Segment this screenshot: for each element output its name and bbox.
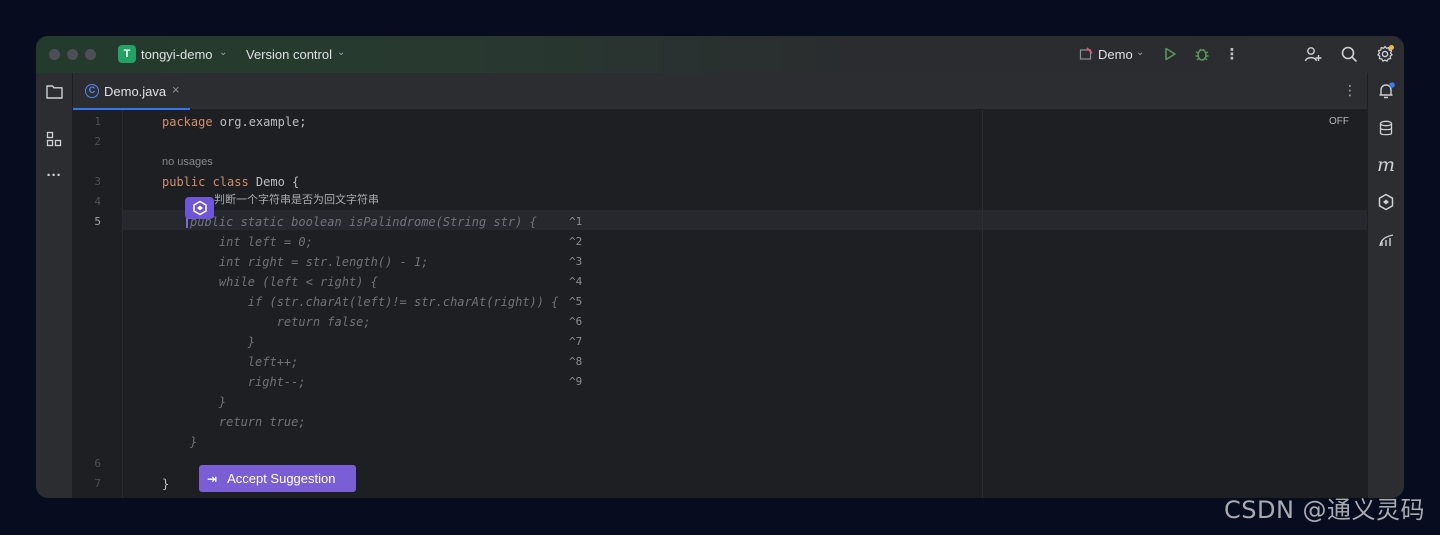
run-icon[interactable]	[1160, 44, 1180, 64]
suggestion-line: left++;	[190, 355, 299, 369]
watermark: CSDN @通义灵码	[1224, 496, 1426, 524]
shortcut-hint: ^2	[569, 235, 583, 248]
ide-window: T tongyi-demo ⌄ Version control ⌄ Demo ⌄…	[36, 36, 1404, 498]
project-badge[interactable]: T	[118, 45, 136, 63]
code-comment: 判断一个字符串是否为回文字符串	[214, 194, 379, 206]
database-icon[interactable]	[1376, 118, 1396, 138]
minimize-window-button[interactable]	[67, 49, 78, 60]
line-number: 3	[94, 175, 101, 188]
shortcut-hint: ^4	[569, 275, 583, 288]
line-number: 2	[94, 135, 101, 148]
line-number-gutter: 1 2 3 4 5 6 7	[73, 110, 123, 498]
tab-key-icon: ⇥	[207, 471, 218, 486]
shortcut-hint: ^8	[569, 355, 583, 368]
right-margin-guide	[982, 110, 983, 498]
shortcut-hint: ^1	[569, 215, 583, 228]
shortcut-hint: ^7	[569, 335, 583, 348]
shortcut-hint: ^6	[569, 315, 583, 328]
chevron-down-icon[interactable]: ⌄	[337, 47, 345, 58]
status-off-label[interactable]: OFF	[1329, 112, 1349, 132]
profiler-icon[interactable]	[1376, 229, 1396, 249]
usage-hint[interactable]: no usages	[162, 152, 213, 172]
tongyi-ai-icon[interactable]	[185, 197, 214, 219]
suggestion-line: }	[190, 395, 227, 409]
more-vertical-icon[interactable]: ⋮	[1222, 44, 1242, 64]
shortcut-hint: ^3	[569, 255, 583, 268]
suggestion-line: return false;	[190, 315, 371, 329]
debug-icon[interactable]	[1192, 44, 1212, 64]
settings-icon[interactable]	[1375, 44, 1395, 64]
title-bar: T tongyi-demo ⌄ Version control ⌄ Demo ⌄…	[36, 36, 1404, 73]
suggestion-line: int right = str.length() - 1;	[190, 255, 429, 269]
zoom-window-button[interactable]	[85, 49, 96, 60]
run-config-icon[interactable]	[1076, 44, 1096, 64]
shortcut-hint: ^9	[569, 375, 583, 388]
suggestion-line: public static boolean isPalindrome(Strin…	[190, 215, 537, 229]
version-control-menu[interactable]: Version control	[246, 47, 332, 62]
chevron-down-icon[interactable]: ⌄	[219, 47, 227, 58]
code-text: org.example;	[212, 115, 307, 129]
shortcut-hint: ^5	[569, 295, 583, 308]
close-icon[interactable]: ×	[172, 82, 180, 97]
left-tool-strip: ···	[36, 73, 73, 498]
keyword: package	[162, 115, 213, 129]
folder-icon[interactable]	[44, 81, 64, 101]
line-number: 6	[94, 457, 101, 470]
keyword: public class	[162, 175, 249, 189]
accept-suggestion-label: Accept Suggestion	[227, 471, 336, 486]
suggestion-line: }	[190, 335, 256, 349]
right-tool-strip: m	[1367, 73, 1404, 498]
editor-tab-bar: C Demo.java × ⋮	[73, 73, 1367, 110]
tab-label: Demo.java	[104, 84, 167, 99]
add-user-icon[interactable]	[1303, 44, 1323, 64]
close-window-button[interactable]	[49, 49, 60, 60]
code-text: Demo {	[248, 175, 300, 189]
more-vertical-icon[interactable]: ⋮	[1343, 82, 1357, 99]
chevron-down-icon[interactable]: ⌄	[1136, 47, 1144, 58]
search-icon[interactable]	[1339, 44, 1359, 64]
line-number-current: 5	[94, 215, 101, 228]
code-line-7: }	[162, 477, 170, 491]
line-number: 1	[94, 115, 101, 128]
suggestion-line: if (str.charAt(left)!= str.charAt(right)…	[190, 295, 559, 309]
code-line-1: package org.example;	[162, 112, 307, 132]
notifications-icon[interactable]	[1376, 81, 1396, 101]
maven-icon[interactable]: m	[1376, 154, 1396, 176]
run-config-selector[interactable]: Demo	[1098, 47, 1133, 62]
code-editor[interactable]: 1 2 3 4 5 6 7 package org.example; no us…	[73, 110, 1367, 498]
suggestion-line: return true;	[190, 415, 306, 429]
suggestion-line: int left = 0;	[190, 235, 313, 249]
suggestion-line: }	[190, 435, 198, 449]
accept-suggestion-button[interactable]: ⇥ Accept Suggestion	[199, 465, 356, 492]
more-horizontal-icon[interactable]: ···	[44, 165, 64, 185]
project-name[interactable]: tongyi-demo	[141, 47, 213, 62]
suggestion-line: right--;	[190, 375, 306, 389]
code-line-3: public class Demo {	[162, 172, 299, 192]
suggestion-line: while (left < right) {	[190, 275, 378, 289]
line-number: 7	[94, 477, 101, 490]
tongyi-lingma-icon[interactable]	[1376, 192, 1396, 212]
java-class-icon: C	[85, 84, 99, 98]
line-number: 4	[94, 195, 101, 208]
tab-demo-java[interactable]: C Demo.java ×	[73, 73, 190, 110]
structure-icon[interactable]	[44, 129, 64, 149]
